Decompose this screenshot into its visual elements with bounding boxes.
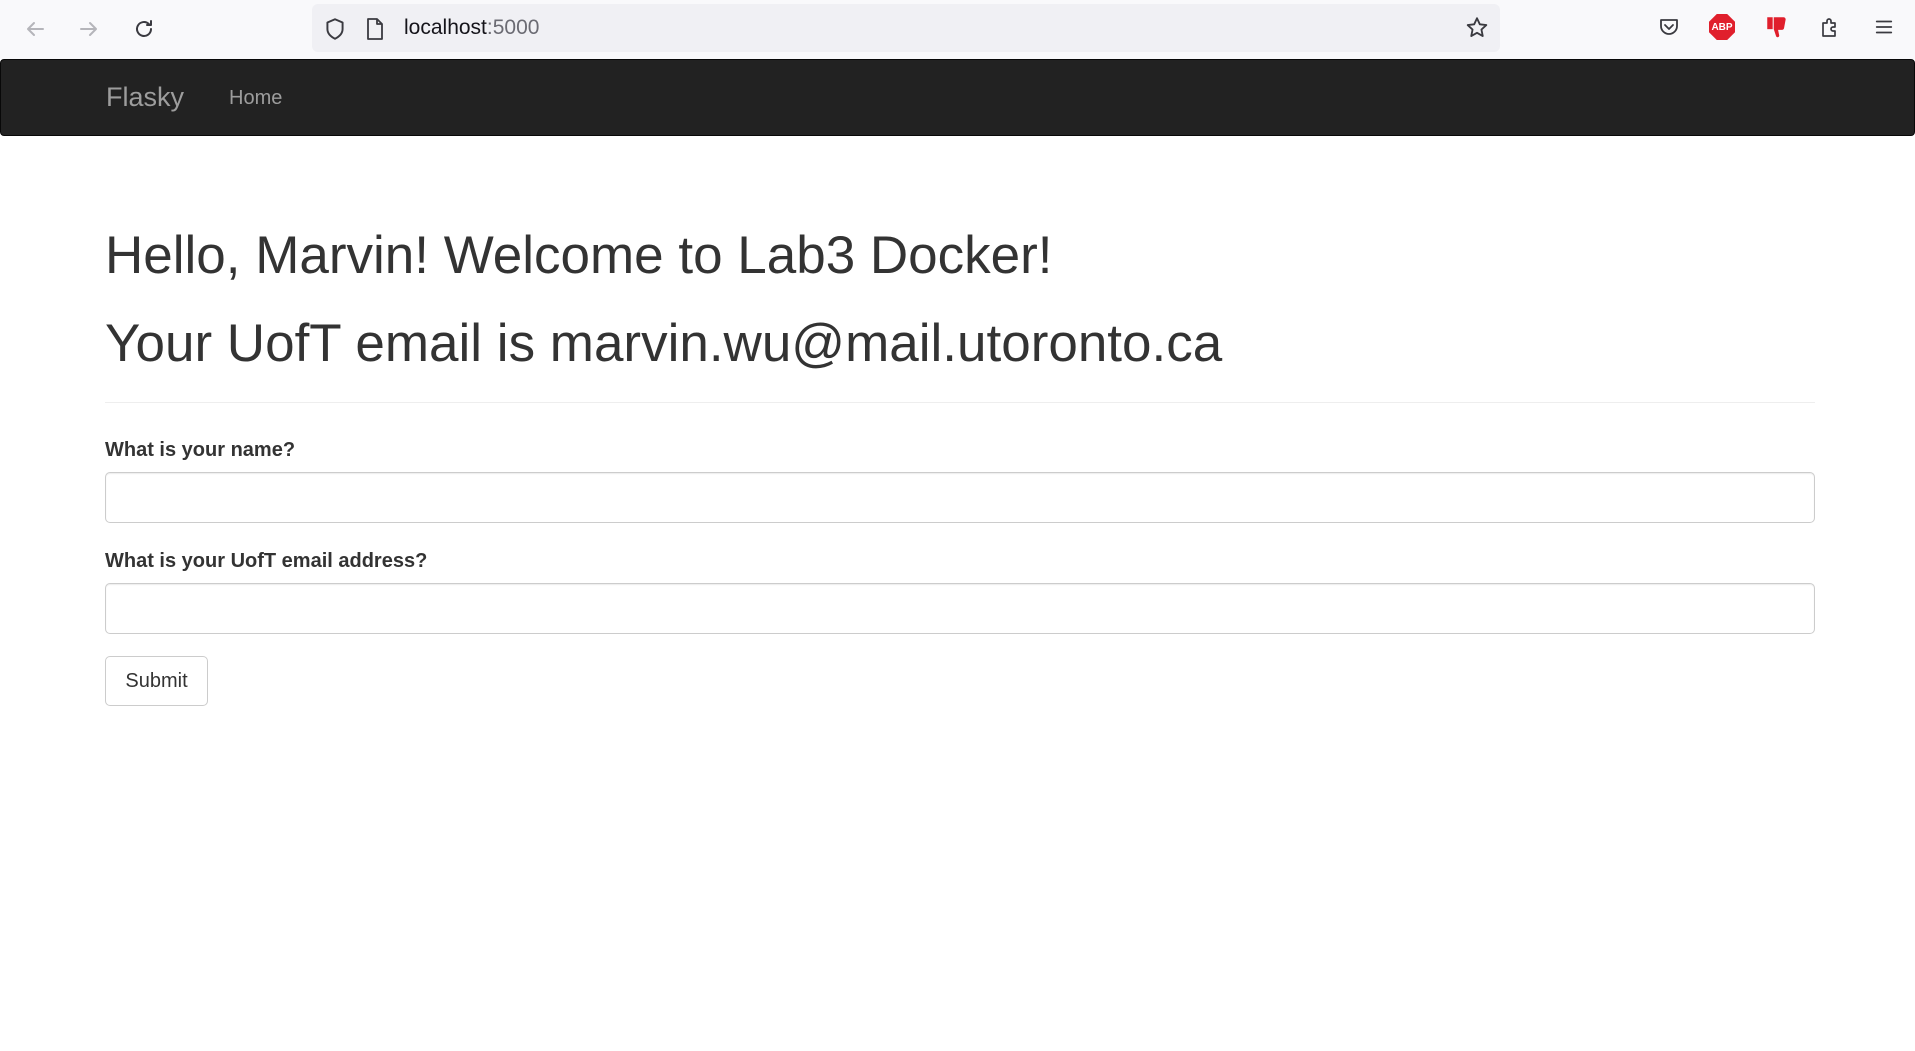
submit-button[interactable]: Submit <box>105 656 208 706</box>
email-label: What is your UofT email address? <box>105 550 428 572</box>
reload-icon <box>136 20 152 37</box>
extensions-button[interactable] <box>1815 12 1845 42</box>
page-icon[interactable] <box>364 17 386 41</box>
url-host: localhost <box>404 16 487 39</box>
shield-icon[interactable] <box>322 16 348 42</box>
thumbs-down-extension-icon <box>1767 17 1786 38</box>
browser-toolbar: localhost:5000 ABP <box>0 0 1915 59</box>
name-input[interactable] <box>105 472 1815 523</box>
url-text[interactable]: localhost:5000 <box>404 15 539 41</box>
name-label: What is your name? <box>105 439 296 461</box>
brand-link[interactable]: Flasky <box>106 82 184 112</box>
email-heading: Your UofT email is marvin.wu@mail.utoron… <box>105 314 1223 373</box>
address-bar[interactable]: localhost:5000 <box>312 4 1500 52</box>
extensions-puzzle-icon <box>1822 18 1836 37</box>
menu-button[interactable] <box>1869 12 1899 42</box>
email-input[interactable] <box>105 583 1815 634</box>
pocket-button[interactable] <box>1654 12 1684 42</box>
reload-button[interactable] <box>125 10 163 48</box>
header-divider <box>105 402 1815 403</box>
bookmark-star-icon[interactable] <box>1464 15 1490 41</box>
forward-button[interactable] <box>70 10 108 48</box>
adblock-plus-button[interactable]: ABP <box>1707 12 1737 42</box>
site-navbar: Flasky Home <box>0 59 1915 136</box>
back-arrow-icon <box>27 22 44 36</box>
back-button[interactable] <box>16 10 54 48</box>
thumbs-down-extension-button[interactable] <box>1762 12 1792 42</box>
url-port: :5000 <box>486 16 540 39</box>
adblock-plus-icon: ABP <box>1709 14 1735 40</box>
pocket-icon <box>1660 19 1678 35</box>
greeting-heading: Hello, Marvin! Welcome to Lab3 Docker! <box>105 226 1053 285</box>
hamburger-menu-icon <box>1875 20 1893 34</box>
forward-arrow-icon <box>80 22 97 36</box>
nav-link-home[interactable]: Home <box>229 86 282 110</box>
